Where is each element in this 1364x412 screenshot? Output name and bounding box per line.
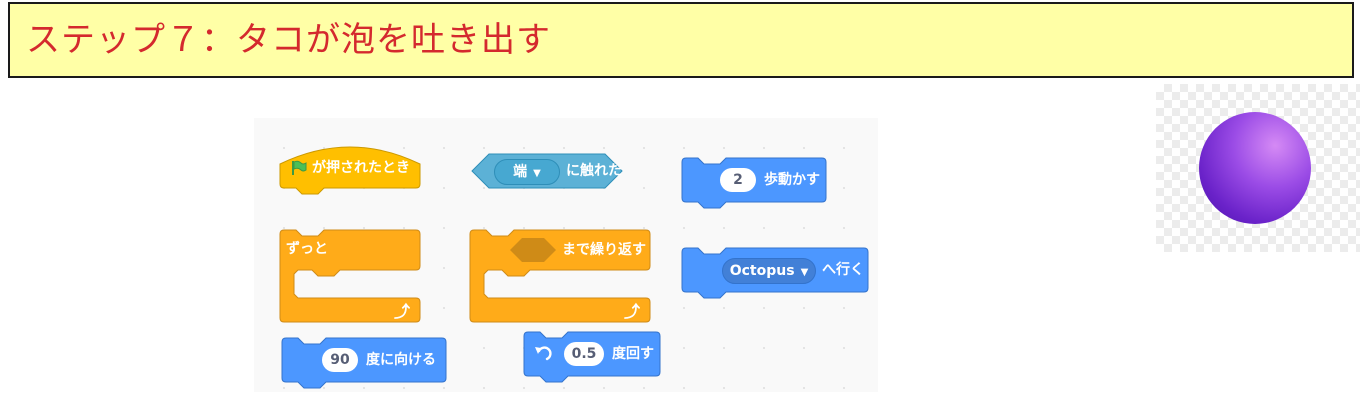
code-workspace[interactable]: が押されたとき 端 ▼ に触れた 2 歩動かす ずっと ⤴ まで繰り返す ⤴ O…: [254, 118, 878, 392]
go-to-dropdown-value: Octopus: [729, 263, 795, 279]
go-to-block[interactable]: Octopus ▼ へ行く: [681, 247, 869, 299]
touching-label: に触れた: [566, 163, 622, 179]
when-flag-clicked-block[interactable]: が押されたとき: [279, 146, 421, 195]
move-steps-input[interactable]: 2: [720, 168, 756, 192]
repeat-until-block[interactable]: まで繰り返す ⤴: [469, 229, 651, 323]
point-direction-label: 度に向ける: [366, 352, 436, 368]
caret-down-icon: ▼: [800, 267, 809, 278]
touching-block[interactable]: 端 ▼ に触れた: [471, 153, 623, 189]
bubble-sprite: [1199, 112, 1311, 224]
turn-degrees-input[interactable]: 0.5: [564, 342, 604, 366]
caret-down-icon: ▼: [533, 168, 541, 179]
green-flag-icon[interactable]: [290, 160, 307, 176]
turn-label: 度回す: [612, 346, 654, 362]
go-to-label: へ行く: [822, 262, 864, 278]
move-steps-label: 歩動かす: [764, 172, 820, 188]
direction-input[interactable]: 90: [322, 348, 358, 372]
page-title: ステップ７：タコが泡を吐き出す: [26, 20, 551, 60]
repeat-until-label: まで繰り返す: [562, 242, 646, 258]
flag-clicked-label: が押されたとき: [312, 160, 410, 176]
touching-dropdown-value: 端: [513, 164, 528, 180]
move-steps-block[interactable]: 2 歩動かす: [681, 157, 827, 209]
loop-arrow-icon: ⤴: [394, 302, 411, 321]
step-banner: ステップ７：タコが泡を吐き出す: [8, 2, 1354, 78]
go-to-target-dropdown[interactable]: Octopus ▼: [722, 258, 816, 284]
touching-object-dropdown[interactable]: 端 ▼: [494, 159, 560, 185]
forever-label: ずっと: [286, 241, 328, 257]
rotate-left-icon: [534, 345, 552, 363]
bubble-sprite-preview: [1156, 84, 1360, 252]
loop-arrow-icon: ⤴: [624, 302, 641, 321]
forever-block[interactable]: ずっと ⤴: [279, 229, 421, 323]
condition-slot[interactable]: [510, 238, 556, 262]
turn-left-block[interactable]: 0.5 度回す: [523, 331, 661, 383]
point-in-direction-block[interactable]: 90 度に向ける: [281, 337, 447, 389]
